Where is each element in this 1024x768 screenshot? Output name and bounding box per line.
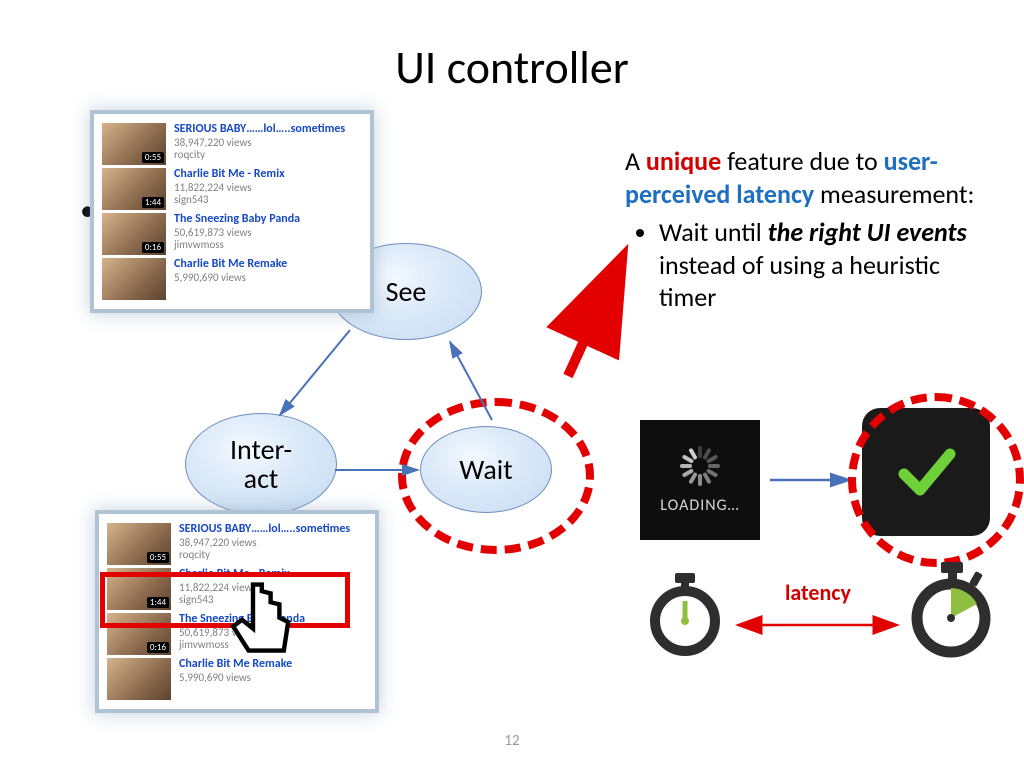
page-number: 12: [0, 732, 1024, 750]
list-item: 0:16The Sneezing Baby Panda50,619,873 vi…: [102, 213, 362, 255]
stopwatch-start-icon: [645, 571, 725, 659]
wait-highlight-ellipse: [398, 398, 594, 554]
node-interact: Inter-act: [185, 413, 337, 515]
list-item: Charlie Bit Me Remake5,990,690 views: [102, 258, 362, 300]
list-item: 0:55SERIOUS BABY……lol…..sometimes38,947,…: [107, 523, 367, 565]
list-item: 0:55SERIOUS BABY……lol…..sometimes38,947,…: [102, 123, 362, 165]
list-item: 1:44Charlie Bit Me - Remix11,822,224 vie…: [102, 168, 362, 210]
complete-highlight-ellipse: [848, 393, 1024, 567]
pointer-cursor-icon: [220, 578, 330, 698]
loading-tile: LOADING…: [640, 420, 760, 540]
latency-label: latency: [785, 579, 851, 606]
spinner-icon: [680, 446, 720, 486]
stopwatch-end-icon: [905, 560, 997, 660]
video-list-see: 0:55SERIOUS BABY……lol…..sometimes38,947,…: [90, 110, 374, 313]
slide-title: UI controller: [0, 40, 1024, 96]
unique-feature-text: A unique feature due to user-perceived l…: [625, 145, 990, 314]
